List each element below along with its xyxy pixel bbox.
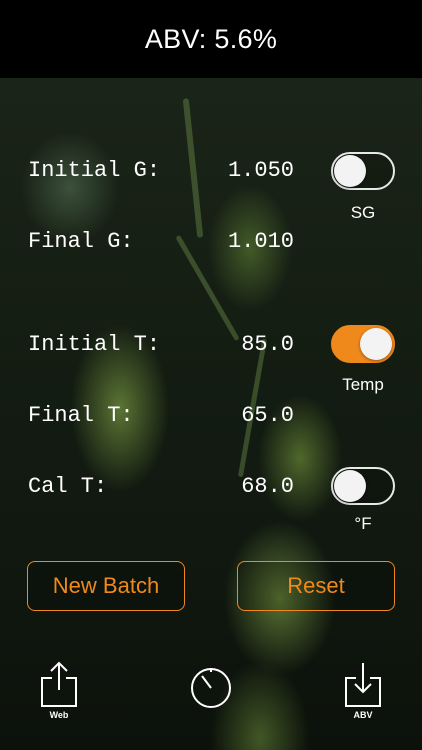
temp-toggle[interactable] [331,325,395,363]
share-icon [41,661,77,707]
abv-header: ABV: 5.6% [0,0,422,78]
cal-temp-value[interactable]: 68.0 [241,474,294,499]
final-temp-label: Final T: [28,403,134,428]
fahrenheit-toggle[interactable] [331,467,395,505]
web-share-button[interactable]: Web [38,660,80,720]
download-icon [345,663,381,707]
web-label: Web [49,710,69,720]
cal-temp-label: Cal T: [28,474,108,499]
toggle-knob [334,155,366,187]
initial-temp-label: Initial T: [28,332,161,357]
fahrenheit-toggle-label: °F [354,514,372,533]
timer-icon [191,668,231,708]
final-gravity-row: Final G: 1.010 [0,229,422,257]
final-gravity-label: Final G: [28,229,134,254]
new-batch-button[interactable]: New Batch [27,561,185,611]
timer-button[interactable] [188,664,234,715]
initial-gravity-label: Initial G: [28,158,161,183]
toggle-knob [360,328,392,360]
final-gravity-value[interactable]: 1.010 [228,229,294,254]
final-temp-row: Final T: 65.0 [0,403,422,431]
sg-toggle-label: SG [350,203,376,222]
abv-label: ABV [353,710,373,720]
temp-toggle-label: Temp [342,375,384,394]
reset-button[interactable]: Reset [237,561,395,611]
final-temp-value[interactable]: 65.0 [241,403,294,428]
sg-toggle[interactable] [331,152,395,190]
initial-temp-value[interactable]: 85.0 [241,332,294,357]
abv-download-button[interactable]: ABV [342,660,384,720]
toggle-knob [334,470,366,502]
initial-gravity-value[interactable]: 1.050 [228,158,294,183]
abv-title: ABV: 5.6% [144,23,278,54]
